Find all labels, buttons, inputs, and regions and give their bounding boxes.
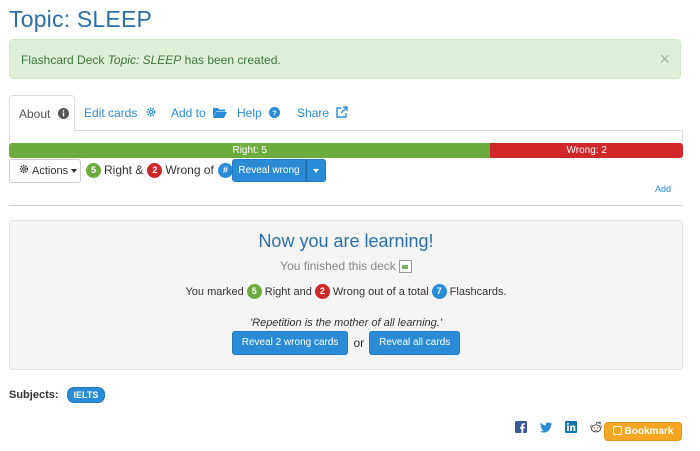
right-text: Right & bbox=[104, 163, 144, 177]
alert-prefix: Flashcard Deck bbox=[21, 53, 108, 67]
page-title: Topic: SLEEP bbox=[9, 6, 153, 32]
close-icon[interactable]: × bbox=[659, 40, 670, 78]
reveal-wrong-button-group: Reveal wrong bbox=[232, 159, 326, 182]
right-and-text: Right and bbox=[264, 285, 312, 298]
flashcards-text: Flashcards. bbox=[449, 285, 507, 298]
folder-open-icon bbox=[213, 96, 228, 132]
quote-text: 'Repetition is the mother of all learnin… bbox=[250, 317, 442, 329]
wrong-count-badge: 2 bbox=[147, 162, 163, 178]
bookmark-button[interactable]: Bookmark bbox=[604, 422, 682, 441]
reveal-wrong-button[interactable]: Reveal wrong bbox=[232, 159, 306, 182]
tab-help[interactable]: Help ? bbox=[228, 95, 289, 131]
bookmark-icon bbox=[612, 425, 622, 435]
tab-bar: About Edit cards Add to Help ? Share bbox=[9, 95, 683, 132]
reddit-icon[interactable] bbox=[590, 421, 602, 433]
alert-deck-name: Topic: SLEEP bbox=[107, 53, 182, 67]
finished-label: You finished this deck bbox=[280, 259, 396, 273]
bookmark-label: Bookmark bbox=[624, 426, 674, 437]
tab-add-to[interactable]: Add to bbox=[162, 95, 236, 131]
subject-tag-ielts[interactable]: IELTS bbox=[66, 387, 106, 403]
actions-label: Actions bbox=[32, 165, 69, 177]
score-summary: 5 Right & 2 Wrong of # bbox=[86, 161, 233, 179]
gear-icon bbox=[19, 160, 29, 182]
tab-about[interactable]: About bbox=[9, 95, 75, 132]
reveal-buttons: Reveal 2 wrong cards or Reveal all cards bbox=[10, 331, 682, 355]
chevron-down-icon bbox=[71, 169, 78, 174]
divider bbox=[9, 205, 683, 206]
twitter-icon[interactable] bbox=[540, 421, 552, 433]
actions-dropdown[interactable]: Actions bbox=[9, 159, 81, 183]
finished-text: You finished this deck bbox=[10, 259, 682, 274]
chevron-down-icon bbox=[313, 168, 319, 173]
tab-panel bbox=[9, 130, 683, 142]
linkedin-icon[interactable] bbox=[565, 421, 577, 433]
tab-edit-cards-label: Edit cards bbox=[84, 106, 138, 120]
tab-edit-cards[interactable]: Edit cards bbox=[75, 95, 166, 131]
or-text: or bbox=[353, 336, 365, 350]
tab-share-label: Share bbox=[297, 106, 330, 120]
wrong-text: Wrong of bbox=[165, 163, 214, 177]
marked-prefix: You marked bbox=[185, 285, 244, 298]
broken-image-icon bbox=[398, 260, 412, 274]
external-link-icon bbox=[336, 96, 349, 132]
tab-add-to-label: Add to bbox=[171, 106, 206, 120]
svg-text:?: ? bbox=[272, 108, 277, 117]
success-alert: Flashcard Deck Topic: SLEEP has been cre… bbox=[9, 39, 681, 79]
tab-help-label: Help bbox=[237, 106, 262, 120]
info-circle-icon bbox=[57, 97, 69, 133]
total-count-badge: 7 bbox=[431, 284, 447, 299]
subjects-label: Subjects: bbox=[9, 389, 59, 401]
alert-suffix: has been created. bbox=[181, 53, 281, 67]
facebook-icon[interactable] bbox=[515, 421, 527, 433]
question-circle-icon: ? bbox=[269, 96, 281, 132]
reveal-all-cards-button[interactable]: Reveal all cards bbox=[369, 331, 461, 355]
right-count-badge: 5 bbox=[86, 162, 101, 178]
marked-summary: You marked 5 Right and 2 Wrong out of a … bbox=[10, 284, 682, 299]
cog-icon bbox=[145, 96, 157, 132]
progress-right-segment: Right: 5 bbox=[9, 143, 491, 158]
progress-wrong-segment: Wrong: 2 bbox=[490, 143, 683, 158]
reveal-wrong-dropdown-toggle[interactable] bbox=[306, 159, 326, 182]
right-count-badge: 5 bbox=[246, 284, 262, 299]
score-progress-bar: Right: 5 Wrong: 2 bbox=[9, 143, 683, 158]
tab-about-label: About bbox=[19, 107, 51, 121]
learning-heading: Now you are learning! bbox=[258, 231, 434, 251]
add-link[interactable]: Add bbox=[655, 184, 671, 194]
social-share-bar bbox=[515, 421, 615, 433]
total-count-badge: # bbox=[217, 162, 233, 178]
tab-share[interactable]: Share bbox=[288, 95, 357, 131]
reveal-wrong-cards-button[interactable]: Reveal 2 wrong cards bbox=[231, 331, 349, 355]
wrong-out-of-text: Wrong out of a total bbox=[332, 285, 429, 298]
learning-panel: Now you are learning! You finished this … bbox=[9, 220, 683, 370]
subjects-row: Subjects: IELTS bbox=[9, 387, 106, 403]
wrong-count-badge: 2 bbox=[314, 284, 330, 299]
